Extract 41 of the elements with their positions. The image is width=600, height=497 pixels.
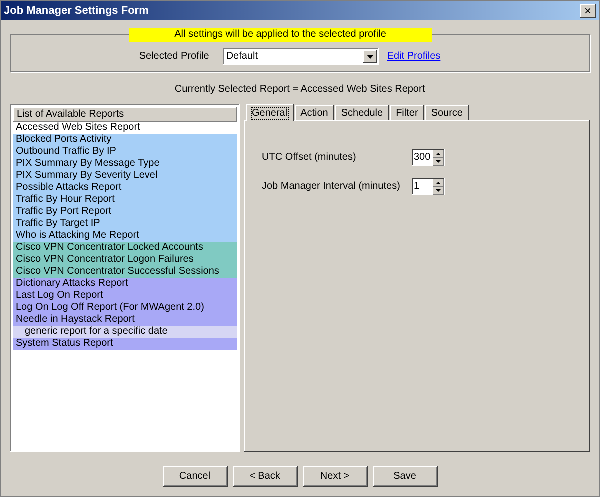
tab[interactable]: Schedule — [335, 105, 390, 120]
spin-arrows-icon[interactable] — [433, 178, 444, 194]
setting-label: Job Manager Interval (minutes) — [262, 181, 402, 192]
report-item[interactable]: Needle in Haystack Report — [13, 314, 237, 326]
report-item[interactable]: Cisco VPN Concentrator Logon Failures — [13, 254, 237, 266]
banner: All settings will be applied to the selected profile — [129, 28, 432, 42]
report-item[interactable]: System Status Report — [13, 338, 237, 350]
tab[interactable]: Action — [294, 105, 334, 120]
current-report-text: Currently Selected Report = Accessed Web Sites Report — [174, 84, 426, 95]
dialog-button[interactable]: Next > — [302, 466, 368, 487]
list-header: List of Available Reports — [13, 107, 237, 122]
dialog-button[interactable]: Save — [372, 466, 438, 487]
report-item[interactable]: Log On Log Off Report (For MWAgent 2.0) — [13, 302, 237, 314]
report-item[interactable]: Blocked Ports Activity — [13, 134, 237, 146]
report-item[interactable]: Dictionary Attacks Report — [13, 278, 237, 290]
dialog-button[interactable]: Cancel — [162, 466, 228, 487]
tab[interactable]: General — [246, 104, 294, 121]
report-item[interactable]: Outbound Traffic By IP — [13, 146, 237, 158]
profile-label: Selected Profile — [139, 51, 210, 62]
edit-profiles-link[interactable]: Edit Profiles — [387, 51, 441, 62]
report-item[interactable]: generic report for a specific date — [13, 326, 237, 338]
tab[interactable]: Filter — [390, 105, 424, 120]
window-title: Job Manager Settings Form — [4, 4, 149, 16]
profile-dropdown[interactable]: Default — [223, 48, 380, 65]
report-item[interactable]: Traffic By Port Report — [13, 206, 237, 218]
report-item[interactable]: PIX Summary By Message Type — [13, 158, 237, 170]
dialog-button[interactable]: < Back — [232, 466, 298, 487]
report-item[interactable]: Cisco VPN Concentrator Locked Accounts — [13, 242, 237, 254]
spin-field[interactable]: 300 — [412, 149, 445, 166]
spin-field[interactable]: 1 — [412, 178, 445, 195]
report-item[interactable]: PIX Summary By Severity Level — [13, 170, 237, 182]
report-item[interactable]: Who is Attacking Me Report — [13, 230, 237, 242]
report-item[interactable]: Cisco VPN Concentrator Successful Sessions — [13, 266, 237, 278]
spin-arrows-icon[interactable] — [433, 150, 444, 166]
report-item[interactable]: Traffic By Target IP — [13, 218, 237, 230]
report-item[interactable]: Traffic By Hour Report — [13, 194, 237, 206]
report-item[interactable]: Last Log On Report — [13, 290, 237, 302]
setting-label: UTC Offset (minutes) — [262, 152, 358, 163]
tab[interactable]: Source — [425, 105, 469, 120]
report-item[interactable]: Possible Attacks Report — [13, 182, 237, 194]
close-button[interactable]: × — [580, 4, 596, 18]
